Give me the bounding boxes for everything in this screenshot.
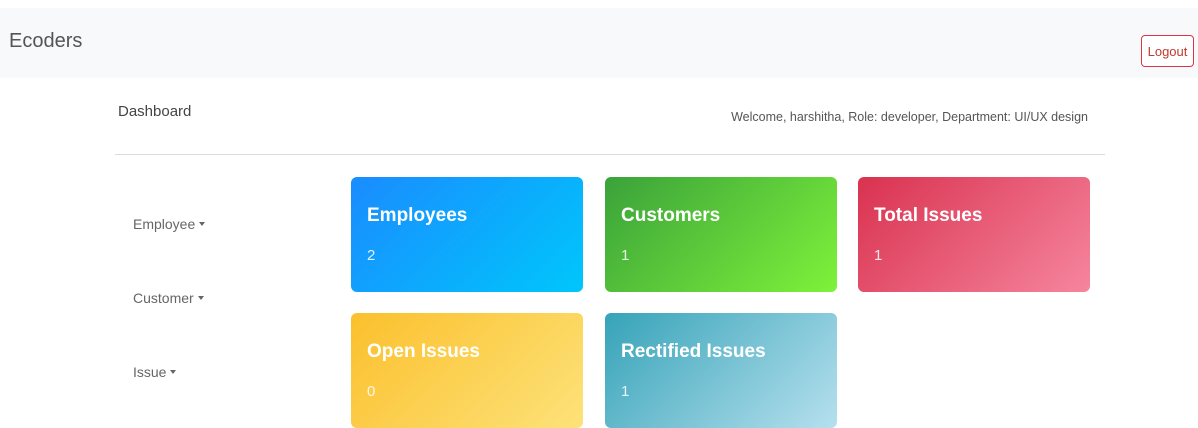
rectified-issues-card[interactable]: Rectified Issues 1	[605, 313, 837, 428]
total-issues-card[interactable]: Total Issues 1	[858, 177, 1090, 292]
card-value: 0	[367, 383, 376, 400]
header-divider	[115, 154, 1105, 155]
top-navbar: Ecoders Logout	[0, 8, 1198, 78]
caret-down-icon	[199, 222, 206, 226]
employees-card[interactable]: Employees 2	[351, 177, 583, 292]
brand-logo[interactable]: Ecoders	[9, 30, 82, 53]
card-title: Total Issues	[874, 205, 983, 226]
customers-card[interactable]: Customers 1	[605, 177, 837, 292]
sidebar-item-employee[interactable]: Employee	[133, 216, 206, 232]
card-value: 1	[621, 247, 630, 264]
card-value: 1	[874, 247, 883, 264]
welcome-text: Welcome, harshitha, Role: developer, Dep…	[731, 110, 1088, 124]
card-title: Employees	[367, 205, 468, 226]
caret-down-icon	[197, 296, 204, 300]
sidebar-item-label: Employee	[133, 216, 196, 232]
page-title: Dashboard	[118, 103, 192, 120]
card-value: 2	[367, 247, 376, 264]
card-value: 1	[621, 383, 630, 400]
sidebar-item-label: Issue	[133, 364, 167, 380]
logout-button[interactable]: Logout	[1141, 35, 1194, 67]
card-title: Customers	[621, 205, 721, 226]
sidebar-item-label: Customer	[133, 290, 194, 306]
card-title: Rectified Issues	[621, 341, 766, 362]
sidebar-item-customer[interactable]: Customer	[133, 290, 204, 306]
open-issues-card[interactable]: Open Issues 0	[351, 313, 583, 428]
caret-down-icon	[170, 370, 177, 374]
card-title: Open Issues	[367, 341, 480, 362]
sidebar-item-issue[interactable]: Issue	[133, 364, 177, 380]
